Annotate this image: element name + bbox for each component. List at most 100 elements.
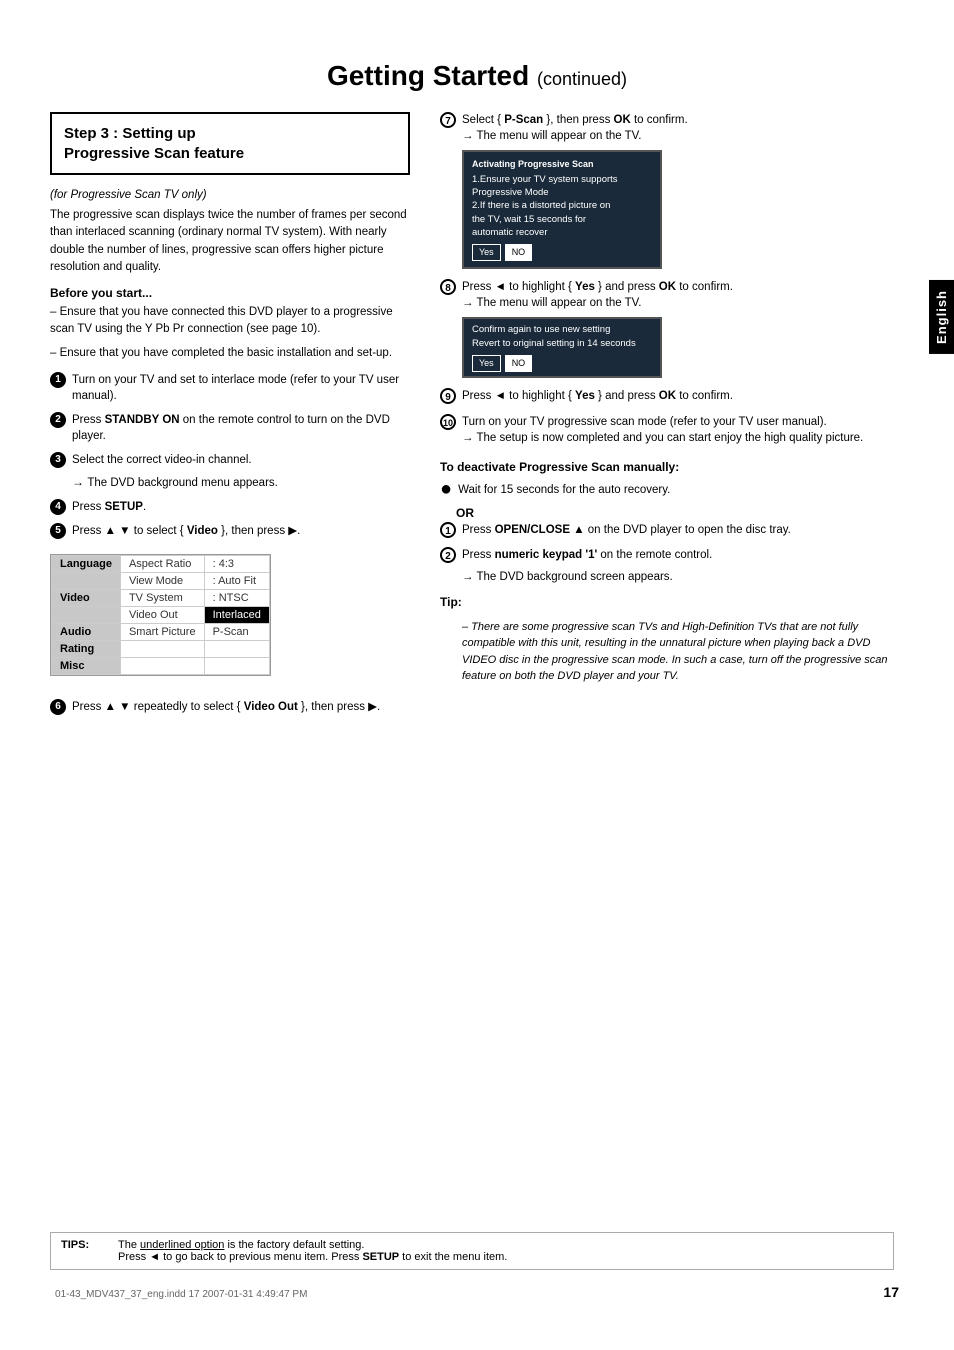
for-note: (for Progressive Scan TV only) xyxy=(50,189,410,201)
step-text-6: Press ▲ ▼ repeatedly to select { Video O… xyxy=(72,699,380,715)
right-step-8: 8 Press ◄ to highlight { Yes } and press… xyxy=(440,279,904,378)
deact2-numpad: numeric keypad '1' xyxy=(495,549,598,561)
menu-cell-rating-empty xyxy=(120,640,204,657)
tv1-line2: Progressive Mode xyxy=(472,186,652,199)
menu-cell-video: Video xyxy=(52,589,121,606)
step-num-2: 2 xyxy=(50,412,66,428)
step4-bold: SETUP xyxy=(105,501,143,513)
step-num-4: 4 xyxy=(50,499,66,515)
tip-label: Tip: xyxy=(440,595,904,609)
tips-content: The underlined option is the factory def… xyxy=(118,1239,507,1263)
menu-cell-misc: Misc xyxy=(52,657,121,674)
step-list: 1 Turn on your TV and set to interlace m… xyxy=(50,372,410,540)
tv1-line1: 1.Ensure your TV system supports xyxy=(472,173,652,186)
menu-cell-empty1 xyxy=(52,572,121,589)
bullet-dot-1: ● xyxy=(440,482,452,496)
step-list-6: 6 Press ▲ ▼ repeatedly to select { Video… xyxy=(50,699,410,715)
tv2-no-btn[interactable]: NO xyxy=(505,355,533,373)
step8-yes: Yes xyxy=(575,281,595,293)
step10-sub1: The setup is now completed and you can s… xyxy=(462,430,904,446)
step-title: Step 3 : Setting up Progressive Scan fea… xyxy=(64,124,396,163)
step7-row: 7 Select { P-Scan }, then press OK to co… xyxy=(440,112,904,128)
deactivate-list: ● Wait for 15 seconds for the auto recov… xyxy=(440,482,904,498)
tv1-line5: automatic recover xyxy=(472,226,652,239)
deactivate-item-wait: ● Wait for 15 seconds for the auto recov… xyxy=(440,482,904,498)
description-text: The progressive scan displays twice the … xyxy=(50,207,410,276)
step9-text: Press ◄ to highlight { Yes } and press O… xyxy=(462,388,733,404)
tv1-line3: 2.If there is a distorted picture on xyxy=(472,199,652,212)
page-header: Getting Started (continued) xyxy=(50,60,904,92)
menu-row-6: Rating xyxy=(52,640,270,657)
step-text-1: Turn on your TV and set to interlace mod… xyxy=(72,372,410,404)
step8-text: Press ◄ to highlight { Yes } and press O… xyxy=(462,279,733,295)
deactivate-steps-list: 1 Press OPEN/CLOSE ▲ on the DVD player t… xyxy=(440,522,904,584)
step-text-2: Press STANDBY ON on the remote control t… xyxy=(72,412,410,444)
menu-cell-pscan: P-Scan xyxy=(204,623,269,640)
menu-cell-vidout-label: Video Out xyxy=(120,606,204,623)
tv2-line2: Revert to original setting in 14 seconds xyxy=(472,337,652,351)
wait-text: Wait for 15 seconds for the auto recover… xyxy=(458,482,670,498)
deact1-open: OPEN/CLOSE ▲ xyxy=(495,524,585,536)
deactivate-step-1: 1 Press OPEN/CLOSE ▲ on the DVD player t… xyxy=(440,522,904,538)
menu-cell-rating: Rating xyxy=(52,640,121,657)
step8-row: 8 Press ◄ to highlight { Yes } and press… xyxy=(440,279,904,295)
menu-table: Language Aspect Ratio : 4:3 View Mode : … xyxy=(51,555,270,675)
deact2-row: 2 Press numeric keypad '1' on the remote… xyxy=(440,547,712,563)
tv2-buttons: Yes NO xyxy=(472,355,652,373)
step-title-line1: Step 3 : Setting up xyxy=(64,125,196,142)
tips-line1: The underlined option is the factory def… xyxy=(118,1239,364,1251)
step-text-5: Press ▲ ▼ to select { Video }, then pres… xyxy=(72,523,300,539)
tv1-no-btn[interactable]: NO xyxy=(505,244,533,261)
step7-ok: OK xyxy=(614,114,631,126)
step10-row: 10 Turn on your TV progressive scan mode… xyxy=(440,414,904,430)
right-step-7: 7 Select { P-Scan }, then press OK to co… xyxy=(440,112,904,269)
footer-tips: TIPS: The underlined option is the facto… xyxy=(50,1232,894,1270)
menu-row-1: Language Aspect Ratio : 4:3 xyxy=(52,555,270,572)
step-num-7: 7 xyxy=(440,112,456,128)
step-num-5: 5 xyxy=(50,523,66,539)
tv2-line1: Confirm again to use new setting xyxy=(472,323,652,337)
right-step-10: 10 Turn on your TV progressive scan mode… xyxy=(440,414,904,446)
step7-sub: The menu will appear on the TV. xyxy=(462,128,904,144)
tips-line2: Press ◄ to go back to previous menu item… xyxy=(118,1251,507,1263)
step5-bold2: Video xyxy=(187,525,218,537)
menu-table-container: Language Aspect Ratio : 4:3 View Mode : … xyxy=(50,548,410,689)
menu-cell-interlaced: Interlaced xyxy=(204,606,269,623)
step-item-1: 1 Turn on your TV and set to interlace m… xyxy=(50,372,410,404)
step-title-line2: Progressive Scan feature xyxy=(64,145,244,162)
right-step-9: 9 Press ◄ to highlight { Yes } and press… xyxy=(440,388,904,404)
menu-row-7: Misc xyxy=(52,657,270,674)
step-num-3: 3 xyxy=(50,452,66,468)
step-text-3: Select the correct video-in channel. xyxy=(72,452,252,468)
underline-option: underlined option xyxy=(140,1239,224,1251)
step5-mid: to select { xyxy=(134,525,187,537)
step-item-5: 5 Press ▲ ▼ to select { Video }, then pr… xyxy=(50,523,410,539)
or-text: OR xyxy=(456,506,904,520)
step8-ok: OK xyxy=(659,281,676,293)
step7-pscan: P-Scan xyxy=(504,114,543,126)
step9-ok: OK xyxy=(659,390,676,402)
content-area: Step 3 : Setting up Progressive Scan fea… xyxy=(50,112,904,723)
menu-row-4: Video Out Interlaced xyxy=(52,606,270,623)
step-num-10: 10 xyxy=(440,414,456,430)
step-item-3: 3 Select the correct video-in channel. T… xyxy=(50,452,410,491)
menu-cell-aspect-label: Aspect Ratio xyxy=(120,555,204,572)
step8-sub: The menu will appear on the TV. xyxy=(462,295,904,311)
step-num-6: 6 xyxy=(50,699,66,715)
menu-cell-lang: Language xyxy=(52,555,121,572)
step6-bold: ▲ ▼ xyxy=(105,701,131,713)
step-num-1: 1 xyxy=(50,372,66,388)
tv1-buttons: Yes NO xyxy=(472,244,652,261)
before-list: – Ensure that you have connected this DV… xyxy=(50,304,410,362)
menu-cell-rating-val xyxy=(204,640,269,657)
step10-text: Turn on your TV progressive scan mode (r… xyxy=(462,414,827,430)
menu-cell-aspect-val: : 4:3 xyxy=(204,555,269,572)
step3-sub: The DVD background menu appears. xyxy=(72,474,278,491)
menu-cell-view-label: View Mode xyxy=(120,572,204,589)
tv2-yes-btn[interactable]: Yes xyxy=(472,355,501,373)
step-text-4: Press SETUP. xyxy=(72,499,146,515)
tv1-yes-btn[interactable]: Yes xyxy=(472,244,501,261)
file-info: 01-43_MDV437_37_eng.indd 17 2007-01-31 4… xyxy=(55,1289,307,1300)
tv-screen-2: Confirm again to use new setting Revert … xyxy=(462,317,662,378)
deactivate-title: To deactivate Progressive Scan manually: xyxy=(440,460,904,474)
